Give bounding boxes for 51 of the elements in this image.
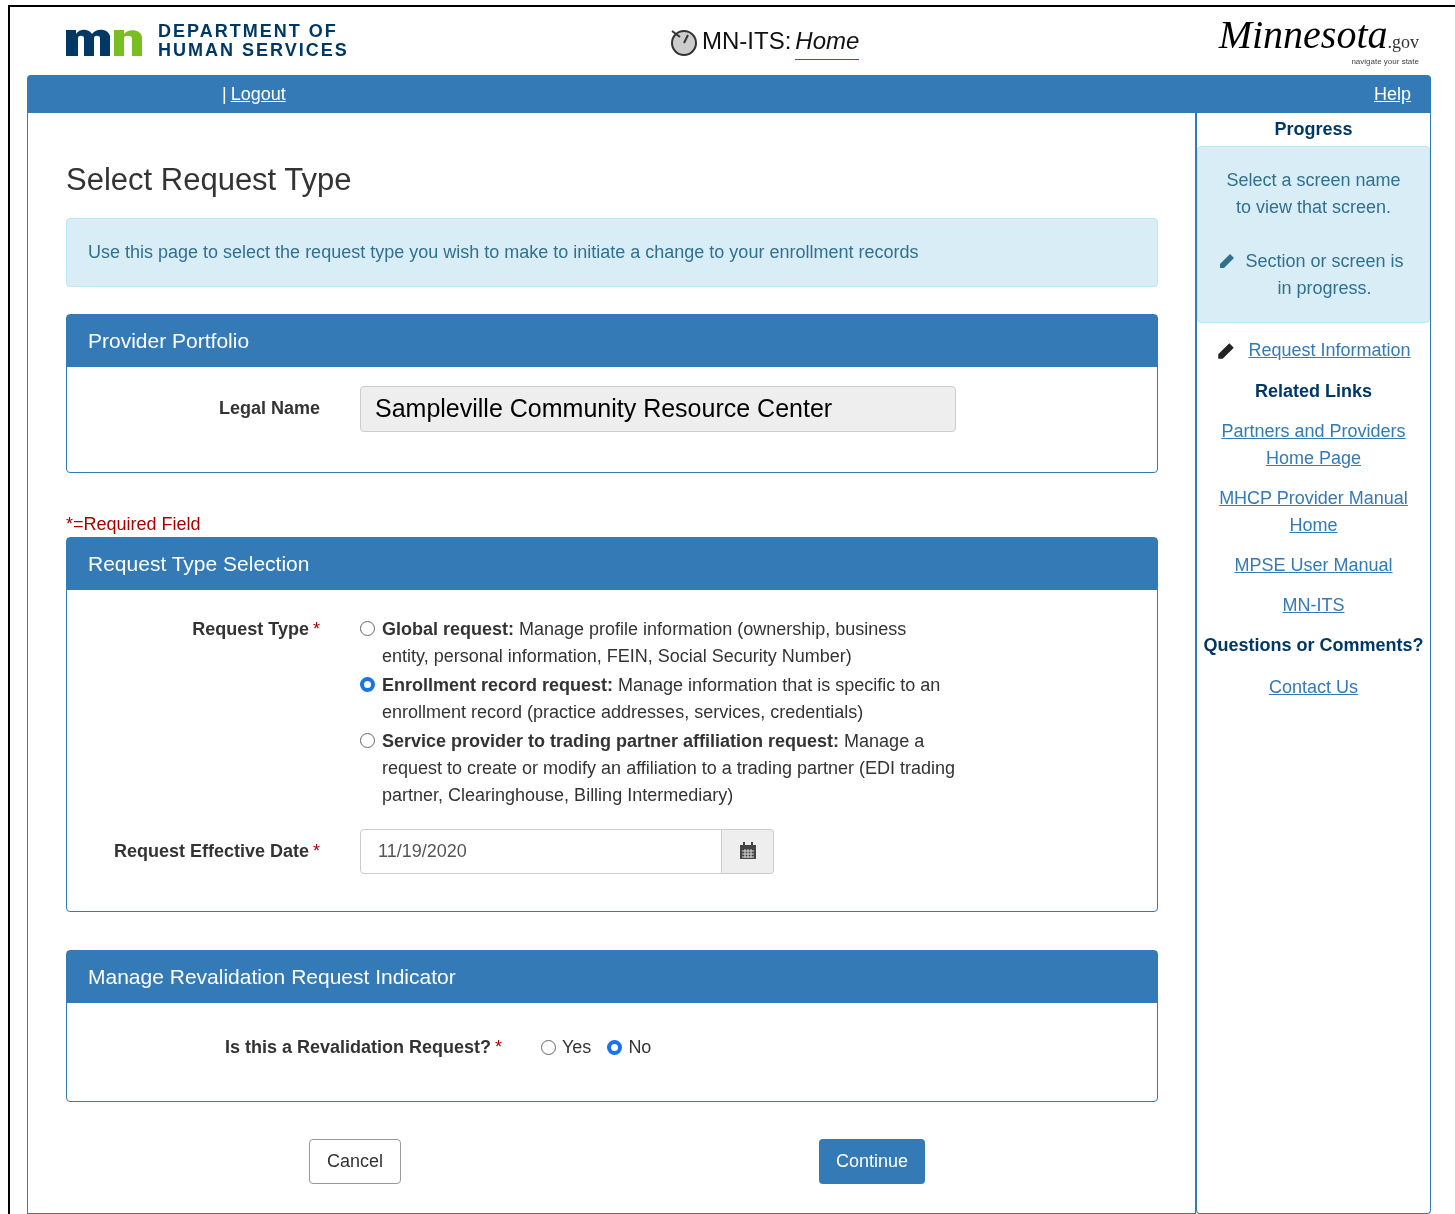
radio-button[interactable] — [541, 1039, 556, 1055]
required-note: *=Required Field — [66, 512, 202, 536]
radio-button[interactable] — [360, 676, 375, 692]
sidebar-heading: Related Links — [1254, 380, 1372, 403]
agency-name: HUMAN SERVICES — [158, 41, 349, 60]
calendar-icon — [738, 842, 757, 860]
field-label: Request Effective Date — [113, 839, 309, 863]
field-label: Is this a Revalidation Request? — [224, 1035, 491, 1059]
option-text: Service provider to trading partner affiliation request: Manage a request to create or modify an affiliation to a trading partner (EDI trading partner, Clearinghouse, Billing Intermediary) — [382, 729, 956, 807]
separator: | — [222, 82, 227, 106]
page-title: Select Request Type — [66, 161, 353, 199]
help-text: Section or screen is in progress. — [1244, 250, 1405, 300]
option-text: Enrollment record request: Manage information that is specific to an enrollment record (practice addresses, services, credentials) — [382, 673, 942, 724]
related-link[interactable]: MPSE User Manual — [1234, 552, 1393, 579]
option-label: Yes — [562, 1035, 592, 1059]
related-link[interactable]: Partners and Providers Home Page — [1213, 418, 1414, 472]
help-link[interactable]: Help — [1373, 80, 1411, 108]
related-link[interactable]: MHCP Provider Manual Home — [1213, 485, 1414, 539]
sidebar-heading: Questions or Comments? — [1203, 634, 1424, 657]
legal-name-field[interactable]: Sampleville Community Resource Center — [360, 385, 956, 432]
sidebar-heading: Progress — [1274, 118, 1353, 141]
help-text: Select a screen name to view that screen. — [1225, 169, 1402, 219]
agency-name: DEPARTMENT OF — [158, 22, 339, 41]
required-mark: * — [313, 617, 320, 641]
app-page-title: Home — [795, 22, 860, 60]
progress-link[interactable]: Request Information — [1248, 337, 1411, 364]
panel-title: Manage Revalidation Request Indicator — [88, 963, 456, 990]
info-text: Use this page to select the request type you wish to make to initiate a change to your enrollment records — [88, 240, 919, 264]
continue-button[interactable]: Continue — [819, 1138, 926, 1184]
radio-button[interactable] — [360, 732, 375, 748]
field-label: Request Type — [192, 617, 309, 641]
related-link[interactable]: MN-ITS — [1282, 592, 1345, 619]
panel-title: Request Type Selection — [88, 550, 310, 577]
state-logo-suffix: .gov — [1387, 30, 1419, 54]
option-label: No — [628, 1035, 652, 1059]
contact-link[interactable]: Contact Us — [1268, 674, 1358, 701]
date-field[interactable]: 11/19/2020 — [360, 828, 722, 874]
radio-button[interactable] — [360, 620, 375, 636]
state-logo: Minnesota — [1218, 14, 1388, 55]
required-mark: * — [495, 1035, 502, 1059]
state-tagline: navigate your state — [1351, 55, 1419, 68]
panel-title: Provider Portfolio — [88, 327, 250, 354]
calendar-button[interactable] — [722, 828, 774, 874]
radio-button[interactable] — [607, 1039, 623, 1055]
logout-link[interactable]: Logout — [230, 80, 286, 108]
field-label: Legal Name — [217, 397, 320, 420]
cancel-button[interactable]: Cancel — [309, 1138, 402, 1184]
app-title: MN-ITS: — [702, 26, 792, 56]
required-mark: * — [313, 839, 320, 863]
pencil-icon — [1218, 252, 1236, 270]
option-text: Global request: Manage profile information (ownership, business entity, personal information, FEIN, Social Security Number) — [382, 617, 908, 668]
